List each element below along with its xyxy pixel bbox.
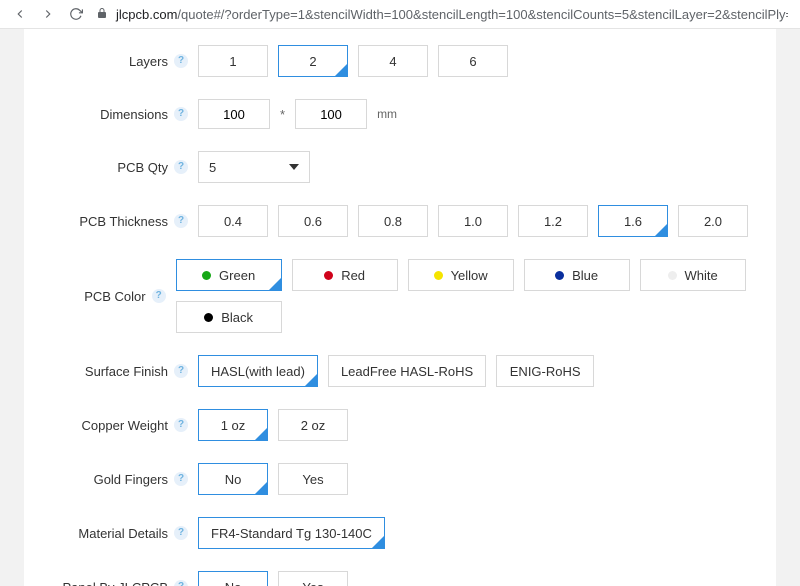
layers-options: 1246	[198, 45, 508, 77]
color-option[interactable]: Yellow	[408, 259, 514, 291]
label-material-details: Material Details	[78, 526, 168, 541]
surface-finish-option[interactable]: ENIG-RoHS	[496, 355, 594, 387]
row-panel: Panel By JLCPCB ? No Yes	[48, 571, 752, 586]
label-surface-finish: Surface Finish	[85, 364, 168, 379]
surface-finish-option[interactable]: HASL(with lead)	[198, 355, 318, 387]
gold-fingers-option[interactable]: Yes	[278, 463, 348, 495]
dimension-height-input[interactable]	[295, 99, 367, 129]
url-path: /quote#/?orderType=1&stencilWidth=100&st…	[177, 7, 788, 22]
option-label: Red	[341, 268, 365, 283]
label-layers: Layers	[129, 54, 168, 69]
color-swatch-icon	[204, 313, 213, 322]
color-option[interactable]: White	[640, 259, 746, 291]
row-layers: Layers ? 1246	[48, 45, 752, 77]
option-label: Blue	[572, 268, 598, 283]
option-label: White	[685, 268, 718, 283]
panel-option[interactable]: Yes	[278, 571, 348, 586]
browser-chrome: jlcpcb.com/quote#/?orderType=1&stencilWi…	[0, 0, 800, 29]
label-color: PCB Color	[84, 289, 145, 304]
row-color: PCB Color ? Green Red Yellow Blue White Black	[48, 259, 752, 333]
surface-finish-option[interactable]: LeadFree HASL-RoHS	[328, 355, 486, 387]
thickness-option[interactable]: 0.8	[358, 205, 428, 237]
help-icon[interactable]: ?	[174, 526, 188, 540]
copper-weight-option[interactable]: 2 oz	[278, 409, 348, 441]
row-material-details: Material Details ? FR4-Standard Tg 130-1…	[48, 517, 752, 549]
pcb-qty-value: 5	[209, 160, 216, 175]
row-dimensions: Dimensions ? * mm	[48, 99, 752, 129]
dimension-width-input[interactable]	[198, 99, 270, 129]
layers-option[interactable]: 2	[278, 45, 348, 77]
layers-option[interactable]: 4	[358, 45, 428, 77]
help-icon[interactable]: ?	[174, 418, 188, 432]
thickness-options: 0.4 0.6 0.8 1.0 1.2 1.6 2.0	[198, 205, 748, 237]
help-icon[interactable]: ?	[174, 472, 188, 486]
forward-button[interactable]	[40, 6, 56, 22]
row-pcb-qty: PCB Qty ? 5	[48, 151, 752, 183]
label-thickness: PCB Thickness	[79, 214, 168, 229]
option-label: Black	[221, 310, 253, 325]
label-panel: Panel By JLCPCB	[63, 580, 169, 586]
pcb-quote-form: Layers ? 1246 Dimensions ? * mm PCB Qty …	[24, 29, 776, 586]
thickness-option[interactable]: 2.0	[678, 205, 748, 237]
material-details-option[interactable]: FR4-Standard Tg 130-140C	[198, 517, 385, 549]
pcb-qty-select[interactable]: 5	[198, 151, 310, 183]
address-bar[interactable]: jlcpcb.com/quote#/?orderType=1&stencilWi…	[96, 7, 788, 22]
color-swatch-icon	[324, 271, 333, 280]
help-icon[interactable]: ?	[174, 107, 188, 121]
thickness-option[interactable]: 1.0	[438, 205, 508, 237]
label-copper-weight: Copper Weight	[82, 418, 168, 433]
row-thickness: PCB Thickness ? 0.4 0.6 0.8 1.0 1.2 1.6 2.0	[48, 205, 752, 237]
option-label: Yellow	[451, 268, 488, 283]
label-pcb-qty: PCB Qty	[117, 160, 168, 175]
color-swatch-icon	[668, 271, 677, 280]
help-icon[interactable]: ?	[174, 580, 188, 586]
color-option[interactable]: Black	[176, 301, 282, 333]
copper-weight-option[interactable]: 1 oz	[198, 409, 268, 441]
help-icon[interactable]: ?	[174, 54, 188, 68]
help-icon[interactable]: ?	[174, 214, 188, 228]
color-swatch-icon	[434, 271, 443, 280]
panel-option[interactable]: No	[198, 571, 268, 586]
help-icon[interactable]: ?	[152, 289, 166, 303]
reload-button[interactable]	[68, 6, 84, 22]
thickness-option[interactable]: 0.4	[198, 205, 268, 237]
label-gold-fingers: Gold Fingers	[94, 472, 168, 487]
layers-option[interactable]: 1	[198, 45, 268, 77]
dimension-unit: mm	[371, 107, 397, 121]
color-swatch-icon	[202, 271, 211, 280]
thickness-option[interactable]: 0.6	[278, 205, 348, 237]
help-icon[interactable]: ?	[174, 364, 188, 378]
lock-icon	[96, 7, 108, 22]
color-option[interactable]: Blue	[524, 259, 630, 291]
color-option[interactable]: Red	[292, 259, 398, 291]
row-gold-fingers: Gold Fingers ? No Yes	[48, 463, 752, 495]
color-option[interactable]: Green	[176, 259, 282, 291]
layers-option[interactable]: 6	[438, 45, 508, 77]
material-details-options: FR4-Standard Tg 130-140C	[198, 517, 385, 549]
color-options: Green Red Yellow Blue White Black	[176, 259, 752, 333]
gold-fingers-options: No Yes	[198, 463, 348, 495]
chevron-down-icon	[289, 164, 299, 170]
help-icon[interactable]: ?	[174, 160, 188, 174]
thickness-option[interactable]: 1.6	[598, 205, 668, 237]
gold-fingers-option[interactable]: No	[198, 463, 268, 495]
url-host: jlcpcb.com	[116, 7, 177, 22]
surface-finish-options: HASL(with lead) LeadFree HASL-RoHS ENIG-Ro…	[198, 355, 594, 387]
back-button[interactable]	[12, 6, 28, 22]
label-dimensions: Dimensions	[100, 107, 168, 122]
copper-weight-options: 1 oz 2 oz	[198, 409, 348, 441]
row-surface-finish: Surface Finish ? HASL(with lead) LeadFree…	[48, 355, 752, 387]
row-copper-weight: Copper Weight ? 1 oz 2 oz	[48, 409, 752, 441]
panel-options: No Yes	[198, 571, 348, 586]
dimension-multiply: *	[274, 107, 291, 122]
thickness-option[interactable]: 1.2	[518, 205, 588, 237]
color-swatch-icon	[555, 271, 564, 280]
option-label: Green	[219, 268, 255, 283]
